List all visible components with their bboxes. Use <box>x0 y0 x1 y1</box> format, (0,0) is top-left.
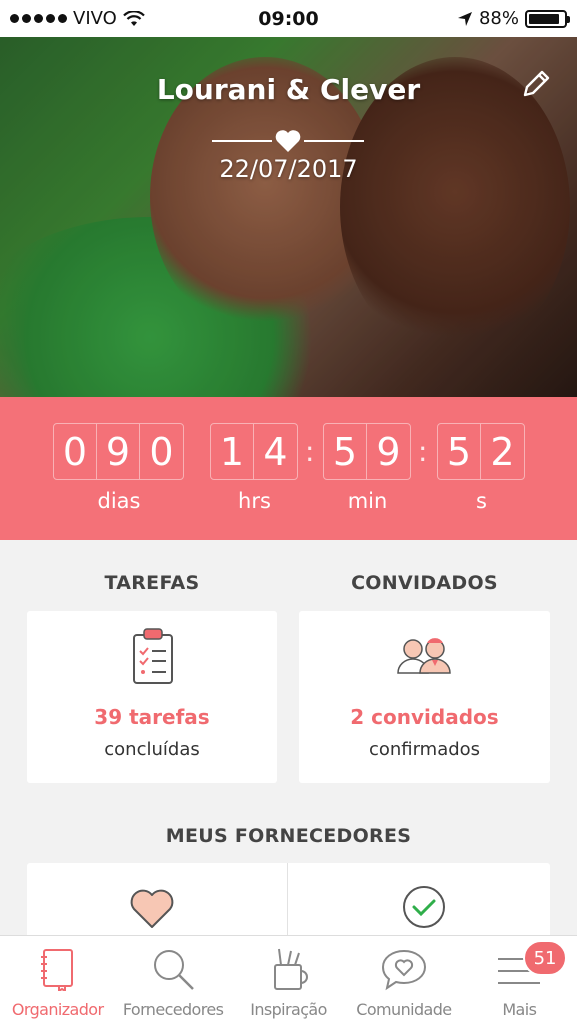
wifi-icon <box>123 10 145 26</box>
hours-label: hrs <box>238 489 271 513</box>
digit: 1 <box>211 424 254 479</box>
time-separator: : <box>418 435 428 468</box>
battery-percent: 88% <box>478 8 519 29</box>
tab-comunidade[interactable]: Comunidade <box>346 936 461 1024</box>
seconds-label: s <box>476 489 487 513</box>
minutes-label: min <box>347 489 388 513</box>
guests-count: 2 convidados <box>350 705 499 729</box>
digit: 5 <box>324 424 367 479</box>
guests-sub: confirmados <box>368 739 481 760</box>
digit: 5 <box>438 424 481 479</box>
digit: 9 <box>97 424 140 479</box>
guests-card[interactable]: 2 convidados confirmados <box>299 611 550 783</box>
signal-icon <box>10 14 67 23</box>
hours-digits: 1 4 <box>210 423 298 480</box>
clipboard-checklist-icon <box>133 628 173 684</box>
check-circle-icon[interactable] <box>402 885 446 929</box>
minutes-digits: 5 9 <box>323 423 411 480</box>
chat-heart-icon <box>381 949 426 991</box>
tab-label: Organizador <box>11 1000 104 1019</box>
digit: 0 <box>54 424 97 479</box>
carrier-label: VIVO <box>73 8 117 29</box>
notification-badge: 51 <box>523 940 568 976</box>
tasks-sub: concluídas <box>104 739 200 760</box>
wedding-date: 22/07/2017 <box>219 155 358 183</box>
tasks-card[interactable]: 39 tarefas concluídas <box>27 611 277 783</box>
tab-label: Fornecedores <box>122 1000 224 1019</box>
countdown-panel: 0 9 0 1 4 : 5 9 : 5 2 dias hrs min s <box>0 397 577 540</box>
digit: 9 <box>376 429 401 474</box>
heart-outline-icon[interactable] <box>129 887 175 929</box>
heart-divider <box>212 129 364 153</box>
tab-label: Mais <box>502 1000 537 1019</box>
couple-names: Lourani & Clever <box>156 73 421 106</box>
status-bar: VIVO 09:00 88% <box>0 0 577 37</box>
tab-inspiracao[interactable]: Inspiração <box>231 936 346 1024</box>
tools-cup-icon <box>273 948 308 990</box>
tasks-section-title: TAREFAS <box>104 572 200 594</box>
status-right: 88% <box>457 8 570 29</box>
search-icon <box>154 950 194 990</box>
edit-pencil-icon[interactable] <box>519 67 553 101</box>
digit: 0 <box>149 429 174 474</box>
location-arrow-icon <box>457 11 472 26</box>
battery-icon <box>525 9 570 28</box>
days-digits: 0 9 0 <box>53 423 184 480</box>
tab-mais[interactable]: Mais 51 <box>462 936 577 1024</box>
vendors-card <box>27 863 550 935</box>
digit: 4 <box>263 429 288 474</box>
time-separator: : <box>305 435 315 468</box>
vendors-section-title: MEUS FORNECEDORES <box>165 825 412 847</box>
tab-fornecedores[interactable]: Fornecedores <box>115 936 230 1024</box>
tab-label: Comunidade <box>356 1000 452 1019</box>
couple-photo: Lourani & Clever 22/07/2017 <box>0 37 577 397</box>
digit: 2 <box>490 429 515 474</box>
vendors-divider <box>287 863 288 935</box>
tab-label: Inspiração <box>250 1000 327 1019</box>
tab-organizador[interactable]: Organizador <box>0 936 115 1024</box>
seconds-digits: 5 2 <box>437 423 525 480</box>
tab-bar: Organizador Fornecedores Inspiração Comu… <box>0 935 577 1024</box>
guests-section-title: CONVIDADOS <box>351 572 498 594</box>
status-left: VIVO <box>10 8 145 29</box>
guests-couple-icon <box>397 638 451 674</box>
notebook-icon <box>40 949 73 991</box>
heart-icon <box>275 130 301 152</box>
tasks-count: 39 tarefas <box>94 705 210 729</box>
days-label: dias <box>97 489 141 513</box>
